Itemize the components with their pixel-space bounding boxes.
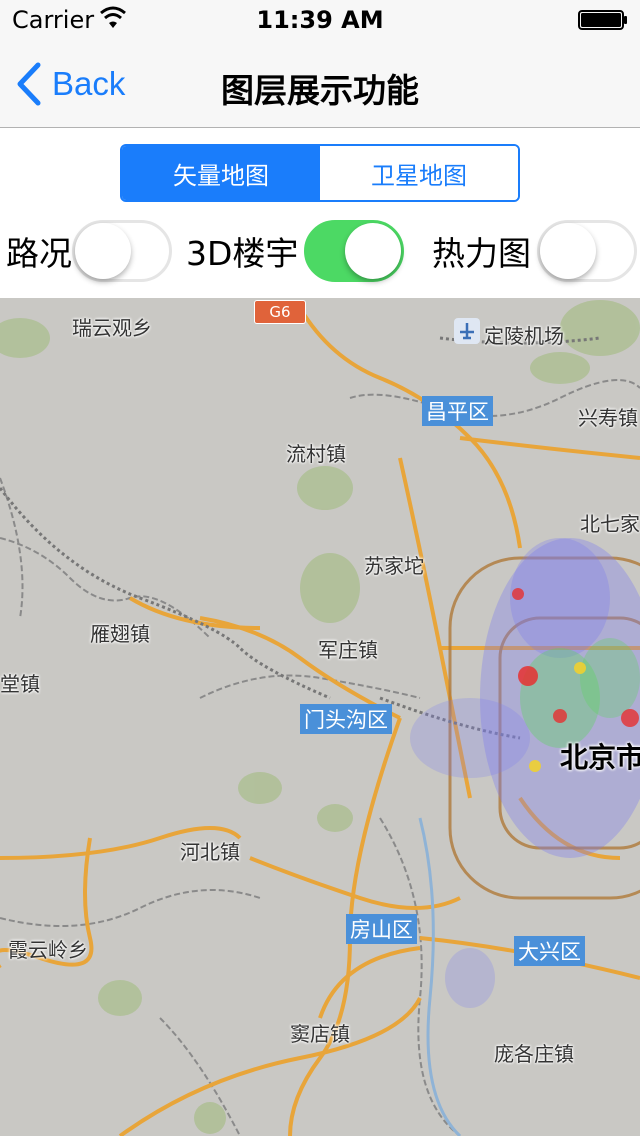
- page-title: 图层展示功能: [221, 71, 419, 110]
- place-label: 苏家坨: [364, 554, 424, 578]
- heatmap-switch[interactable]: [537, 220, 637, 282]
- place-label: 雁翅镇: [90, 622, 150, 646]
- status-bar: Carrier 11:39 AM: [0, 0, 640, 40]
- heatmap-label: 热力图: [432, 234, 531, 273]
- switch-knob: [345, 223, 402, 279]
- switch-knob: [75, 223, 131, 279]
- segment-satellite-map[interactable]: 卫星地图: [320, 146, 518, 200]
- buildings-3d-label: 3D楼宇: [186, 234, 299, 273]
- navigation-bar: Back 图层展示功能: [0, 40, 640, 128]
- traffic-label: 路况: [6, 234, 72, 273]
- place-label: 窦店镇: [290, 1022, 350, 1046]
- segment-vector-map[interactable]: 矢量地图: [122, 146, 320, 200]
- place-label: 庞各庄镇: [494, 1042, 574, 1066]
- map-type-segmented-control: 矢量地图 卫星地图: [120, 144, 520, 202]
- place-label: 流村镇: [286, 442, 346, 466]
- switch-knob: [540, 223, 596, 279]
- place-label: 北七家: [580, 512, 640, 536]
- district-label: 昌平区: [422, 396, 493, 426]
- place-label: 河北镇: [180, 840, 240, 864]
- battery-icon: [578, 10, 627, 30]
- heatmap-toggle-row: 热力图: [432, 220, 637, 282]
- place-label: 兴寿镇: [578, 406, 638, 430]
- buildings-3d-switch[interactable]: [304, 220, 405, 282]
- district-label: 房山区: [346, 914, 417, 944]
- district-label: 门头沟区: [300, 704, 392, 734]
- clock: 11:39 AM: [256, 6, 384, 34]
- layer-controls: 矢量地图 卫星地图 路况 3D楼宇 热力图: [0, 128, 640, 298]
- district-label: 大兴区: [514, 936, 585, 966]
- place-label: 瑞云观乡: [72, 316, 152, 340]
- place-label: 堂镇: [0, 672, 40, 696]
- map-view[interactable]: G6 瑞云观乡 定陵机场 兴寿镇 流村镇 北七家 苏家坨 雁翅镇 军庄镇 堂镇 …: [0, 298, 640, 1136]
- place-label: 霞云岭乡: [8, 938, 88, 962]
- place-label: 军庄镇: [318, 638, 378, 662]
- buildings-3d-toggle-row: 3D楼宇: [186, 220, 405, 282]
- traffic-toggle-row: 路况: [6, 220, 172, 282]
- highway-shield: G6: [254, 300, 306, 324]
- city-label: 北京市: [560, 741, 640, 774]
- traffic-switch[interactable]: [72, 220, 172, 282]
- airport-label: 定陵机场: [484, 324, 564, 348]
